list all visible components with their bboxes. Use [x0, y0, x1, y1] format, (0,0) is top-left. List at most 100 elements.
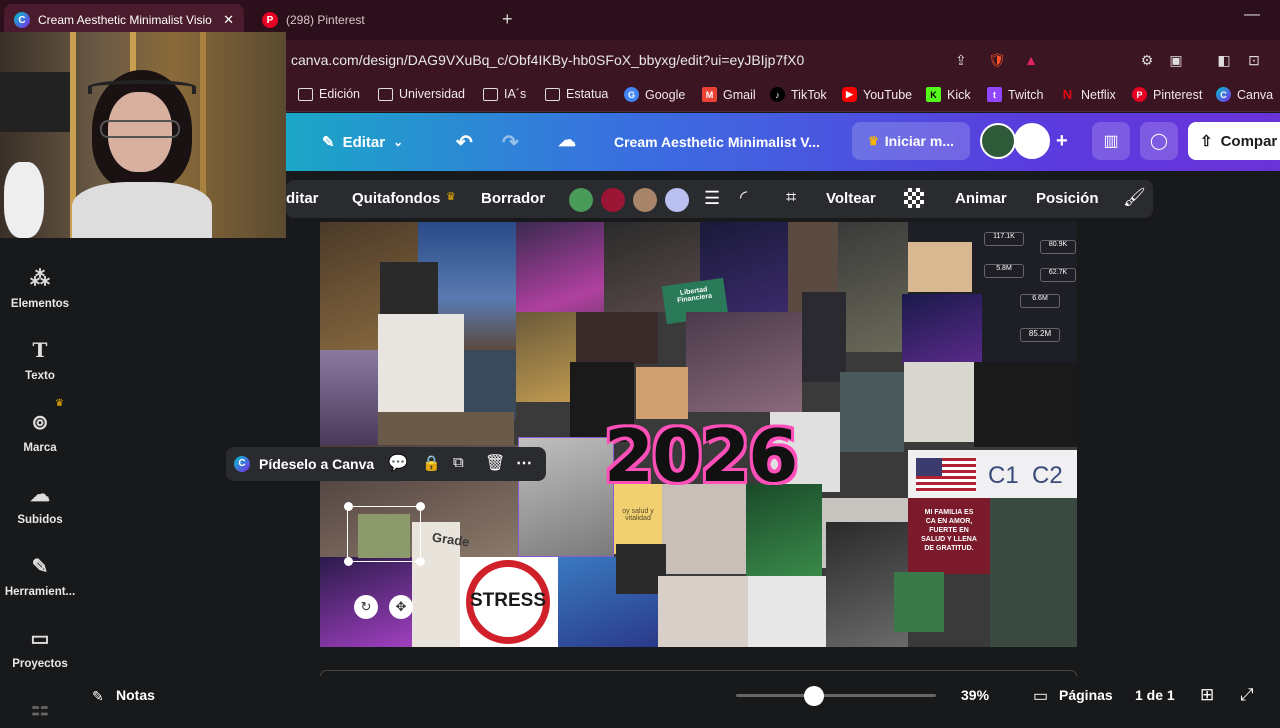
ask-canva-button[interactable]: Pídeselo a Canva: [259, 456, 374, 472]
bookmark-folder[interactable]: Estatua: [545, 87, 608, 101]
new-tab-icon[interactable]: +: [502, 9, 513, 30]
book-photo[interactable]: [990, 498, 1077, 647]
flip-button[interactable]: Voltear: [826, 190, 876, 207]
resize-handle[interactable]: [416, 557, 425, 566]
animate-button[interactable]: Animar: [955, 190, 1007, 207]
upgrade-button[interactable]: ♛ Iniciar m...: [852, 122, 970, 160]
kitchen-photo[interactable]: [658, 576, 748, 647]
sidebar-item-brand[interactable]: ⊚ Marca: [0, 410, 80, 455]
color-swatch[interactable]: [633, 188, 657, 212]
bookmark-twitch[interactable]: t Twitch: [987, 87, 1043, 102]
profile-icon[interactable]: ⊡: [1244, 50, 1264, 70]
comments-icon[interactable]: ◯: [1140, 122, 1178, 160]
cloud-saved-icon[interactable]: ☁: [558, 130, 576, 151]
gifts-photo[interactable]: [516, 312, 576, 402]
selected-pixel-character[interactable]: [358, 514, 410, 558]
position-button[interactable]: Posición: [1036, 190, 1099, 207]
edit-menu-button[interactable]: ✎ Editar ⌄: [322, 133, 403, 152]
redo-icon[interactable]: ↷: [502, 130, 519, 155]
zoom-slider-track[interactable]: [736, 694, 936, 697]
comment-add-icon[interactable]: 💬: [388, 453, 408, 473]
bookmark-folder[interactable]: Edición: [298, 87, 360, 101]
sidebar-item-apps[interactable]: ⚏: [0, 696, 80, 728]
zoom-level[interactable]: 39%: [961, 687, 989, 703]
add-collaborator-icon[interactable]: +: [1056, 130, 1068, 153]
pixel-character[interactable]: [636, 367, 688, 419]
resize-handle[interactable]: [344, 502, 353, 511]
lock-icon[interactable]: 🔒: [422, 454, 441, 472]
transparency-icon[interactable]: [904, 188, 924, 208]
color-swatch[interactable]: [665, 188, 689, 212]
note-photo[interactable]: [904, 362, 974, 442]
document-title[interactable]: Cream Aesthetic Minimalist V...: [614, 134, 820, 150]
color-swatch[interactable]: [601, 188, 625, 212]
boy-photo[interactable]: [464, 350, 516, 420]
bookmark-pinterest[interactable]: P Pinterest: [1132, 87, 1202, 102]
pixel-character[interactable]: [908, 242, 972, 292]
more-options-icon[interactable]: ⋯: [516, 453, 532, 473]
border-style-icon[interactable]: ☰: [704, 188, 720, 209]
sidebar-item-uploads[interactable]: ☁ Subidos: [0, 482, 80, 527]
wallet-icon[interactable]: ▣: [1166, 50, 1186, 70]
stats-screen[interactable]: [802, 292, 846, 382]
pages-button[interactable]: Páginas: [1059, 687, 1113, 703]
bookmark-gmail[interactable]: M Gmail: [702, 87, 756, 102]
undo-icon[interactable]: ↶: [456, 130, 473, 155]
grid-view-icon[interactable]: ⊞: [1200, 685, 1214, 705]
pixel-character[interactable]: [894, 572, 944, 632]
color-swatch[interactable]: [569, 188, 593, 212]
analytics-icon[interactable]: ▥: [1092, 122, 1130, 160]
sidebar-item-elements[interactable]: ⁂ Elementos: [0, 266, 80, 311]
rotate-icon[interactable]: ↻: [354, 595, 378, 619]
avatar[interactable]: [980, 123, 1016, 159]
desk-photo[interactable]: [902, 294, 982, 364]
crop-icon[interactable]: ⌗: [786, 187, 796, 208]
roses-photo[interactable]: [576, 312, 658, 364]
duplicate-icon[interactable]: ⧉: [453, 454, 464, 471]
edit-image-button[interactable]: ditar: [286, 190, 319, 207]
bookmark-youtube[interactable]: ▶ YouTube: [842, 87, 912, 102]
monitor-photo[interactable]: [840, 372, 904, 452]
extensions-icon[interactable]: ⚙: [1137, 50, 1157, 70]
corner-rounding-icon[interactable]: ◜: [740, 187, 747, 208]
sidebar-item-text[interactable]: T Texto: [0, 338, 80, 382]
url-field[interactable]: canva.com/design/DAG9VXuBq_c/Obf4IKBy-hb…: [291, 52, 804, 68]
notes-button[interactable]: Notas: [116, 687, 155, 703]
share-page-icon[interactable]: ⇪: [951, 50, 971, 70]
move-icon[interactable]: ✥: [389, 595, 413, 619]
share-button[interactable]: ⇧ Compar: [1188, 122, 1280, 160]
avatar[interactable]: [1014, 123, 1050, 159]
zoom-slider-knob[interactable]: [804, 686, 824, 706]
keys-photo[interactable]: [748, 576, 826, 647]
girl-photo[interactable]: [378, 314, 464, 412]
eiffel-photo[interactable]: [320, 350, 378, 445]
brave-rewards-icon[interactable]: ▲: [1021, 50, 1041, 70]
bookmark-netflix[interactable]: N Netflix: [1060, 87, 1116, 102]
fullscreen-icon[interactable]: ⤢: [1240, 685, 1254, 705]
close-tab-icon[interactable]: ✕: [223, 12, 234, 28]
sidebar-toggle-icon[interactable]: ◧: [1214, 50, 1234, 70]
cash-photo[interactable]: [838, 222, 908, 352]
vision-board-collage[interactable]: 117.1K 80.9K 5.8M 62.7K 6.6M 85.2M Liber…: [320, 222, 1077, 647]
bookmark-kick[interactable]: K Kick: [926, 87, 971, 102]
pixel-character[interactable]: [380, 262, 438, 314]
page-indicator[interactable]: 1 de 1: [1135, 687, 1175, 703]
sidebar-item-projects[interactable]: ▭ Proyectos: [0, 626, 80, 671]
trash-icon[interactable]: 🗑: [485, 453, 505, 473]
couple-photo[interactable]: [686, 312, 802, 412]
sidebar-item-tools[interactable]: ✎ Herramient...: [0, 554, 80, 599]
eraser-button[interactable]: Borrador: [481, 190, 545, 207]
resize-handle[interactable]: [344, 557, 353, 566]
headline-year[interactable]: 2026: [604, 414, 798, 498]
bookmark-canva[interactable]: C Canva: [1216, 87, 1273, 102]
bookmark-folder[interactable]: IA´s: [483, 87, 526, 101]
camera-photo[interactable]: [974, 362, 1077, 447]
brave-shield-icon[interactable]: 🛡: [987, 50, 1007, 70]
tab-pinterest[interactable]: P (298) Pinterest: [252, 4, 482, 36]
minimize-window-icon[interactable]: —: [1244, 6, 1260, 24]
bookmark-folder[interactable]: Universidad: [378, 87, 465, 101]
remove-bg-button[interactable]: Quitafondos: [352, 190, 440, 207]
resize-handle[interactable]: [416, 502, 425, 511]
bookmark-tiktok[interactable]: ♪ TikTok: [770, 87, 827, 102]
copy-style-icon[interactable]: 🖌: [1123, 187, 1146, 208]
